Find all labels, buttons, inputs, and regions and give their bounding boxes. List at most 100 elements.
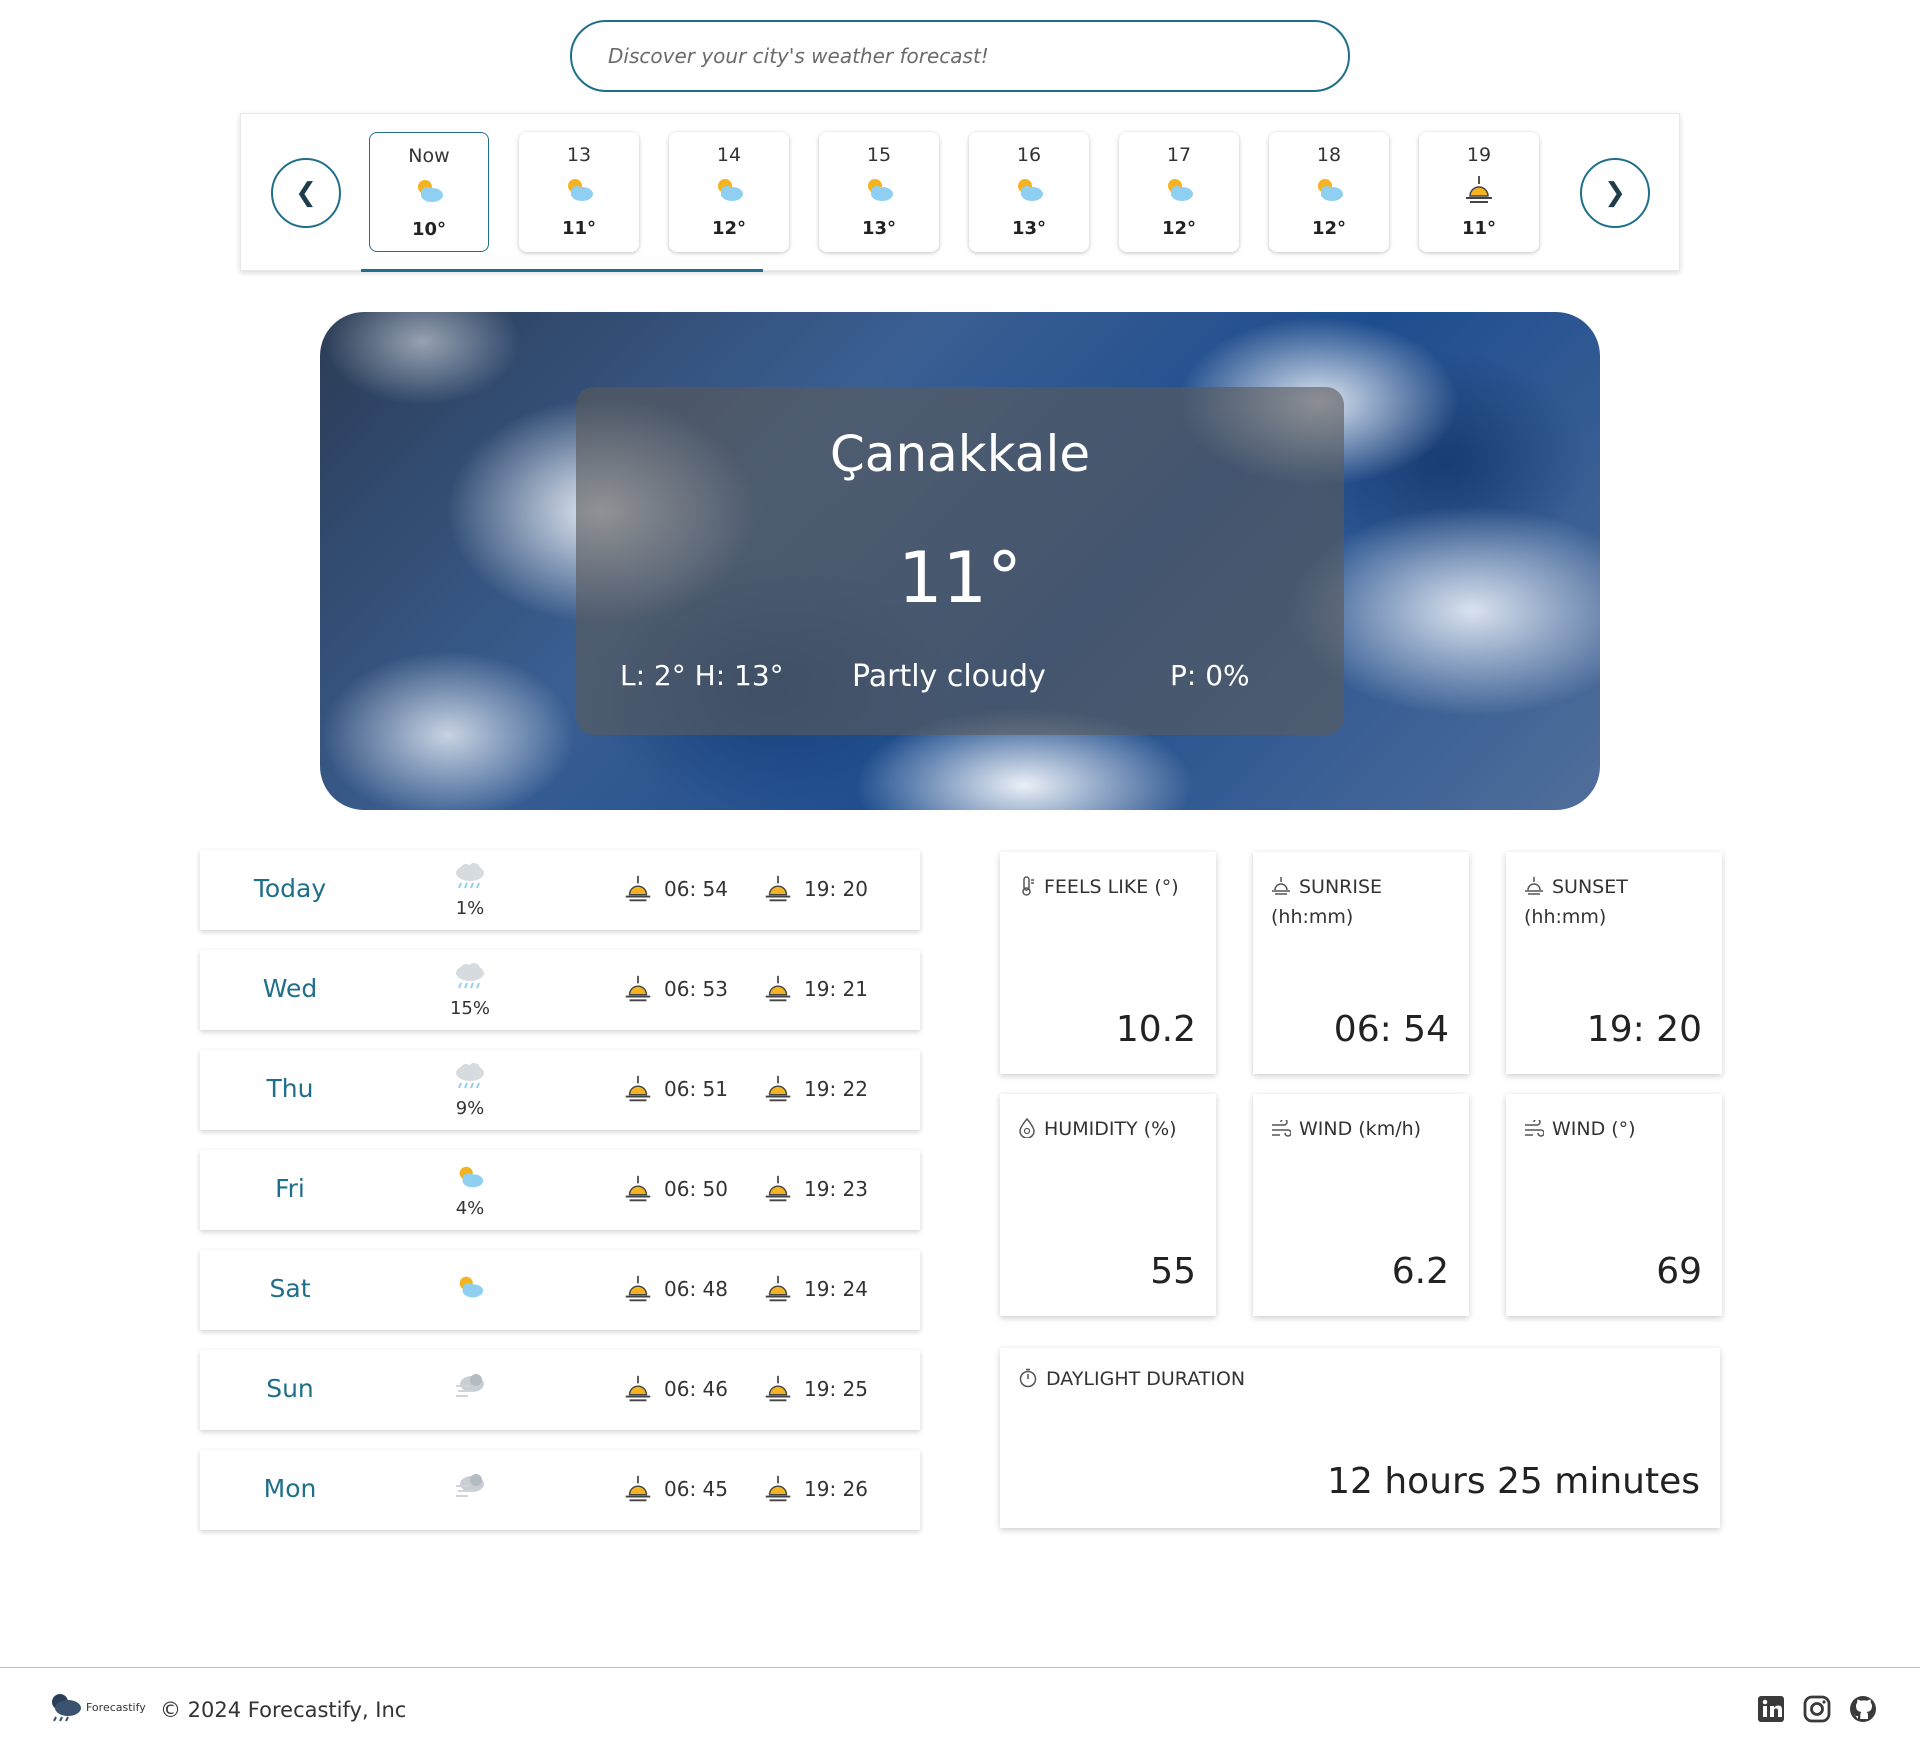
sunrise-time: 06: 51	[664, 1077, 728, 1101]
sunset-icon	[1525, 877, 1543, 895]
linkedin-icon[interactable]	[1756, 1694, 1786, 1724]
search-input[interactable]	[570, 20, 1350, 92]
sunset-time: 19: 26	[804, 1477, 868, 1501]
current-weather-panel: Çanakkale 11° L: 2° H: 13° Partly cloudy…	[576, 387, 1344, 735]
day-sunset: 19: 23	[762, 1172, 868, 1206]
windy-cloud-icon	[454, 1372, 486, 1402]
sunrise-icon	[625, 1075, 651, 1102]
rain-cloud-icon	[454, 1062, 486, 1092]
day-precip: 9%	[455, 1098, 485, 1119]
sunset-icon	[765, 1275, 791, 1302]
hour-temp: 12°	[1311, 218, 1347, 239]
daylight-duration-card: DAYLIGHT DURATION 12 hours 25 minutes	[1000, 1348, 1720, 1528]
daily-row: Fri 4% 06: 50 19: 23	[200, 1150, 920, 1230]
sunset-icon	[765, 975, 791, 1002]
hour-temp: 10°	[411, 219, 447, 240]
sunrise-time: 06: 54	[664, 877, 728, 901]
sunrise-time: 06: 50	[664, 1177, 728, 1201]
footer-logo-text: Forecastify	[86, 1700, 146, 1714]
partly-cloudy-day-icon	[669, 174, 789, 206]
day-sunrise: 06: 48	[622, 1272, 728, 1306]
daily-row: Sat 06: 48 19: 24	[200, 1250, 920, 1330]
day-name: Today	[253, 874, 327, 903]
day-sunrise: 06: 45	[622, 1472, 728, 1506]
sunset-time: 19: 25	[804, 1377, 868, 1401]
humidity-label: HUMIDITY (%)	[1044, 1118, 1177, 1140]
sunrise-icon	[625, 1375, 651, 1402]
prev-button[interactable]: ❮	[271, 158, 341, 228]
day-name: Thu	[266, 1074, 314, 1103]
instagram-icon[interactable]	[1802, 1694, 1832, 1724]
wind-icon	[1525, 1118, 1545, 1137]
weather-condition: Partly cloudy	[852, 659, 1046, 694]
sunrise-icon	[625, 1475, 651, 1502]
day-sunset: 19: 25	[762, 1372, 868, 1406]
wind-speed-value: 6.2	[1391, 1251, 1449, 1292]
hour-card[interactable]: 17 12°	[1119, 132, 1239, 252]
partly-cloudy-day-icon	[370, 175, 488, 207]
day-precip: 4%	[455, 1198, 485, 1219]
partly-cloudy-day-icon	[1119, 174, 1239, 206]
day-name: Mon	[263, 1474, 317, 1503]
sunset-icon	[765, 1475, 791, 1502]
hour-label: 15	[866, 144, 892, 166]
hour-card[interactable]: Now 10°	[369, 132, 489, 252]
wind-direction-card: WIND (°) 69	[1506, 1094, 1722, 1316]
hour-card[interactable]: 18 12°	[1269, 132, 1389, 252]
feels-like-label: FEELS LIKE (°)	[1044, 876, 1179, 898]
sunset-card: SUNSET (hh:mm) 19: 20	[1506, 852, 1722, 1074]
hour-label: 18	[1316, 144, 1342, 166]
partly-cloudy-day-icon	[454, 1162, 486, 1192]
sunrise-time: 06: 45	[664, 1477, 728, 1501]
sunset-value: 19: 20	[1586, 1009, 1702, 1050]
hour-card[interactable]: 14 12°	[669, 132, 789, 252]
wind-icon	[1272, 1118, 1292, 1137]
day-name: Wed	[262, 974, 318, 1003]
hour-temp: 11°	[561, 218, 597, 239]
footer-divider	[0, 1667, 1920, 1668]
hour-card[interactable]: 19 11°	[1419, 132, 1539, 252]
feels-like-value: 10.2	[1115, 1009, 1196, 1050]
footer-logo[interactable]: Forecastify	[46, 1690, 146, 1724]
hour-label: 14	[716, 144, 742, 166]
wind-speed-card: WIND (km/h) 6.2	[1253, 1094, 1469, 1316]
hour-card[interactable]: 16 13°	[969, 132, 1089, 252]
rain-cloud-icon	[454, 862, 486, 892]
wind-direction-value: 69	[1656, 1251, 1702, 1292]
wind-direction-label: WIND (°)	[1552, 1118, 1636, 1140]
precipitation: P: 0%	[1170, 659, 1250, 692]
hour-label: Now	[408, 145, 450, 167]
sunset-time: 19: 20	[804, 877, 868, 901]
day-sunrise: 06: 51	[622, 1072, 728, 1106]
hour-card[interactable]: 13 11°	[519, 132, 639, 252]
low-high-temp: L: 2° H: 13°	[620, 659, 784, 692]
partly-cloudy-day-icon	[519, 174, 639, 206]
daily-row: Mon 06: 45 19: 26	[200, 1450, 920, 1530]
hour-card[interactable]: 15 13°	[819, 132, 939, 252]
day-name: Sat	[269, 1274, 311, 1303]
sunset-icon	[765, 1075, 791, 1102]
next-button[interactable]: ❯	[1580, 158, 1650, 228]
day-name: Fri	[275, 1174, 305, 1203]
stopwatch-icon	[1019, 1368, 1037, 1388]
hour-label: 17	[1166, 144, 1192, 166]
day-precip: 1%	[455, 898, 485, 919]
day-sunset: 19: 20	[762, 872, 868, 906]
day-sunset: 19: 22	[762, 1072, 868, 1106]
sunrise-icon	[625, 1275, 651, 1302]
sunset-icon	[1419, 174, 1539, 206]
hour-temp: 13°	[861, 218, 897, 239]
partly-cloudy-day-icon	[454, 1272, 486, 1302]
hour-temp: 13°	[1011, 218, 1047, 239]
sunrise-value: 06: 54	[1333, 1009, 1449, 1050]
partly-cloudy-day-icon	[969, 174, 1089, 206]
day-name: Sun	[266, 1374, 314, 1403]
github-icon[interactable]	[1848, 1694, 1878, 1724]
sunrise-time: 06: 46	[664, 1377, 728, 1401]
daily-row: Wed 15% 06: 53 19: 21	[200, 950, 920, 1030]
hourly-scroll-indicator[interactable]	[361, 269, 763, 272]
daylight-value: 12 hours 25 minutes	[1327, 1461, 1700, 1502]
daily-row: Sun 06: 46 19: 25	[200, 1350, 920, 1430]
wind-speed-label: WIND (km/h)	[1299, 1118, 1422, 1140]
sunset-icon	[765, 875, 791, 902]
